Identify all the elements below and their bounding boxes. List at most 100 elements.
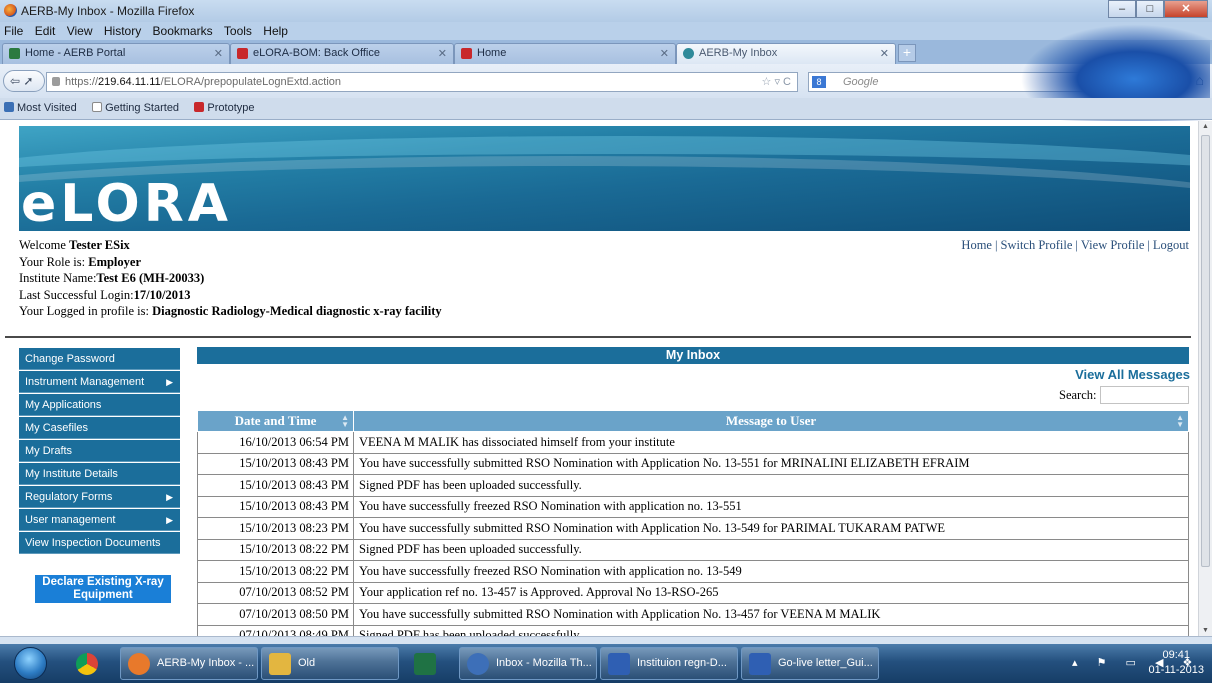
date-cell: 16/10/2013 06:54 PM — [197, 431, 354, 454]
column-header-date[interactable]: Date and Time ▲ ▼ — [197, 410, 354, 432]
window-titlebar: AERB-My Inbox - Mozilla Firefox – □ ✕ — [0, 0, 1212, 22]
inbox-search-input[interactable] — [1100, 386, 1189, 404]
side-item-user-management[interactable]: User management ▶ — [19, 509, 180, 531]
declare-xray-equipment-button[interactable]: Declare Existing X-ray Equipment — [35, 575, 171, 603]
link-separator: | — [1147, 238, 1150, 252]
tab-favicon — [461, 48, 472, 59]
submenu-arrow-icon: ▶ — [166, 515, 173, 525]
column-header-message[interactable]: Message to User ▲ ▼ — [353, 410, 1189, 432]
bookmark-getting-started[interactable]: Getting Started — [88, 98, 187, 114]
switch-profile-link[interactable]: Switch Profile — [1001, 238, 1073, 252]
side-item-change-password[interactable]: Change Password — [19, 348, 180, 370]
tab-aerb-portal[interactable]: Home - AERB Portal ✕ — [2, 43, 230, 64]
column-header-label: Message to User — [725, 413, 817, 428]
menu-tools[interactable]: Tools — [220, 22, 256, 38]
side-item-view-inspection-documents[interactable]: View Inspection Documents — [19, 532, 180, 554]
tab-home[interactable]: Home ✕ — [454, 43, 676, 64]
menu-view[interactable]: View — [63, 22, 97, 38]
date-cell: 15/10/2013 08:43 PM — [197, 452, 354, 475]
scroll-down-icon[interactable]: ▼ — [1202, 627, 1209, 634]
menu-help[interactable]: Help — [259, 22, 292, 38]
table-row[interactable]: 07/10/2013 08:49 PM Signed PDF has been u… — [197, 624, 1189, 636]
scrollbar-thumb[interactable] — [1201, 135, 1210, 567]
task-firefox-inbox[interactable]: AERB-My Inbox - ... — [120, 647, 258, 680]
task-thunderbird-inbox[interactable]: Inbox - Mozilla Th... — [459, 647, 597, 680]
page-scrollbar[interactable]: ▲ ▼ — [1198, 121, 1212, 636]
excel-icon — [414, 653, 436, 675]
firefox-icon — [4, 4, 17, 17]
table-row[interactable]: 15/10/2013 08:23 PM You have successfully… — [197, 517, 1189, 540]
welcome-line: Welcome Tester ESix — [19, 237, 442, 254]
thunderbird-icon — [467, 653, 489, 675]
close-tab-icon[interactable]: ✕ — [438, 47, 447, 60]
bookmarks-toolbar: Most Visited Getting Started Prototype — [0, 98, 1212, 120]
search-engine-icon[interactable]: 8 — [812, 76, 826, 88]
excel-pinned-button[interactable] — [402, 647, 448, 680]
menu-bar: File Edit View History Bookmarks Tools H… — [0, 22, 1212, 40]
home-icon[interactable]: ⌂ — [1196, 72, 1204, 88]
task-folder-old[interactable]: Old — [261, 647, 399, 680]
search-bar[interactable]: 8 Google ⚲ — [808, 72, 1122, 92]
url-bar[interactable]: https://219.64.11.11/ELORA/prepopulateLo… — [46, 72, 798, 92]
side-menu: Change Password Instrument Management ▶ M… — [19, 348, 180, 555]
table-row[interactable]: 15/10/2013 08:22 PM You have successfully… — [197, 560, 1189, 583]
bookmark-most-visited[interactable]: Most Visited — [0, 98, 85, 114]
table-row[interactable]: 15/10/2013 08:22 PM Signed PDF has been u… — [197, 538, 1189, 561]
menu-history[interactable]: History — [100, 22, 145, 38]
message-cell: Signed PDF has been uploaded successfull… — [353, 474, 1189, 497]
table-row[interactable]: 15/10/2013 08:43 PM You have successfully… — [197, 495, 1189, 518]
maximize-button[interactable]: □ — [1136, 0, 1164, 18]
date-cell: 15/10/2013 08:22 PM — [197, 560, 354, 583]
side-item-regulatory-forms[interactable]: Regulatory Forms ▶ — [19, 486, 180, 508]
scroll-up-icon[interactable]: ▲ — [1202, 123, 1209, 130]
side-item-my-applications[interactable]: My Applications — [19, 394, 180, 416]
sort-icon[interactable]: ▲ ▼ — [1176, 414, 1184, 429]
task-word-instituion-regn[interactable]: Instituion regn-D... — [600, 647, 738, 680]
institute-label: Institute Name: — [19, 271, 97, 285]
start-button[interactable] — [14, 647, 47, 680]
close-tab-icon[interactable]: ✕ — [214, 47, 223, 60]
logout-link[interactable]: Logout — [1153, 238, 1189, 252]
date-cell: 07/10/2013 08:49 PM — [197, 624, 354, 636]
side-item-my-institute-details[interactable]: My Institute Details — [19, 463, 180, 485]
home-link[interactable]: Home — [961, 238, 992, 252]
tab-label: eLORA-BOM: Back Office — [253, 47, 380, 59]
new-tab-button[interactable]: + — [898, 44, 916, 62]
search-icon[interactable]: ⚲ — [1109, 73, 1117, 91]
table-row[interactable]: 15/10/2013 08:43 PM You have successfully… — [197, 452, 1189, 475]
system-tray: ▴ ⚑ ▭ ◀ ❖ 09:41 01-11-2013 — [1062, 644, 1212, 683]
table-row[interactable]: 07/10/2013 08:50 PM You have successfully… — [197, 603, 1189, 626]
menu-bookmarks[interactable]: Bookmarks — [149, 22, 217, 38]
bookmark-label: Most Visited — [17, 102, 77, 114]
table-row[interactable]: 07/10/2013 08:52 PM Your application ref … — [197, 581, 1189, 604]
url-host: 219.64.11.11 — [98, 76, 161, 88]
view-all-messages-link[interactable]: View All Messages — [1075, 367, 1190, 382]
reload-icon[interactable]: ☆ ▿ C — [762, 73, 791, 91]
back-forward-button[interactable]: ⇦ ➚ — [3, 70, 45, 92]
side-item-my-casefiles[interactable]: My Casefiles — [19, 417, 180, 439]
menu-edit[interactable]: Edit — [31, 22, 60, 38]
taskbar-clock[interactable]: 09:41 01-11-2013 — [1149, 648, 1204, 678]
side-item-instrument-management[interactable]: Instrument Management ▶ — [19, 371, 180, 393]
close-tab-icon[interactable]: ✕ — [660, 47, 669, 60]
sort-icon[interactable]: ▲ ▼ — [341, 414, 349, 429]
bookmark-prototype[interactable]: Prototype — [190, 98, 262, 114]
side-item-label: My Applications — [25, 399, 102, 411]
chrome-pinned-button[interactable] — [64, 647, 110, 680]
table-header-row: Date and Time ▲ ▼ Message to User ▲ ▼ — [197, 410, 1189, 432]
close-tab-icon[interactable]: ✕ — [880, 47, 889, 60]
table-row[interactable]: 16/10/2013 06:54 PM VEENA M MALIK has dis… — [197, 431, 1189, 454]
status-bar — [0, 636, 1212, 644]
top-links: Home | Switch Profile | View Profile | Logout — [961, 238, 1189, 253]
minimize-button[interactable]: – — [1108, 0, 1136, 18]
task-word-go-live-letter[interactable]: Go-live letter_Gui... — [741, 647, 879, 680]
tab-elora-bom[interactable]: eLORA-BOM: Back Office ✕ — [230, 43, 454, 64]
tab-my-inbox[interactable]: AERB-My Inbox ✕ — [676, 43, 896, 64]
side-item-my-drafts[interactable]: My Drafts — [19, 440, 180, 462]
menu-file[interactable]: File — [0, 22, 27, 38]
table-row[interactable]: 15/10/2013 08:43 PM Signed PDF has been u… — [197, 474, 1189, 497]
close-window-button[interactable]: ✕ — [1164, 0, 1208, 18]
elora-banner: eLORA — [19, 126, 1190, 231]
submenu-arrow-icon: ▶ — [166, 492, 173, 502]
view-profile-link[interactable]: View Profile — [1081, 238, 1144, 252]
